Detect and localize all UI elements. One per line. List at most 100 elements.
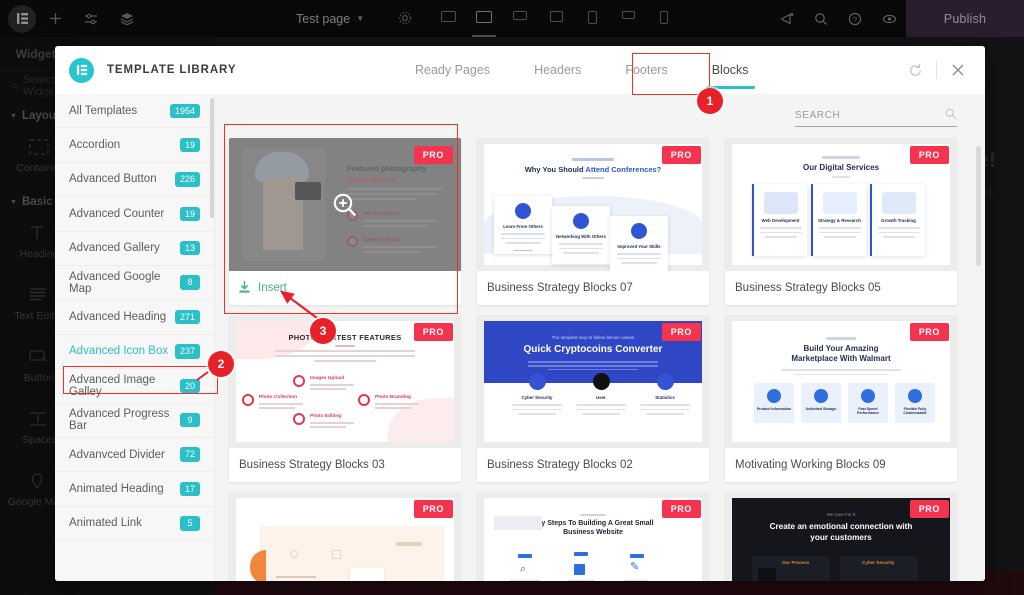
template-card[interactable]: Build Your Amazing Marketplace With Walm… xyxy=(725,315,957,482)
preview-headline-b: Attend Conferences? xyxy=(585,164,662,174)
category-advanvced-divider[interactable]: Advanvced Divider 72 xyxy=(55,438,214,473)
template-grid: Featured photography Competitions HD Res… xyxy=(215,138,985,581)
category-label: Advanced Google Map xyxy=(69,270,161,295)
category-label: Accordion xyxy=(69,139,121,152)
tab-footers-label: Footers xyxy=(625,63,668,77)
category-advanced-progress-bar[interactable]: Advanced Progress Bar 9 xyxy=(55,404,214,438)
preview-item: Growth Tracking xyxy=(881,218,916,223)
preview-headline-a: Why You Should xyxy=(524,164,584,174)
template-card[interactable]: We Care For It Create an emotional conne… xyxy=(725,492,957,581)
modal-body: All Templates 1954 Accordion 19 Advanced… xyxy=(55,94,985,581)
annotation-1-label: 1 xyxy=(706,94,714,108)
preview-item: User xyxy=(596,395,606,400)
search-box[interactable] xyxy=(795,105,957,127)
category-count: 9 xyxy=(180,413,200,428)
category-all-templates[interactable]: All Templates 1954 xyxy=(55,94,214,129)
preview-item: Strategy & Research xyxy=(818,218,861,223)
preview-item: Web Development xyxy=(761,218,800,223)
template-card[interactable]: Key Steps To Building A Great Small Busi… xyxy=(477,492,709,581)
template-thumbnail[interactable]: Build Your Amazing Marketplace With Walm… xyxy=(725,315,957,448)
close-icon[interactable] xyxy=(941,53,975,87)
modal-header: TEMPLATE LIBRARY Ready Pages Headers Foo… xyxy=(55,46,985,94)
category-count: 19 xyxy=(179,206,200,222)
preview-headline: Featured photography xyxy=(347,164,427,173)
category-label: Advanced Gallery xyxy=(69,242,160,255)
search-input[interactable] xyxy=(795,110,925,121)
modal-title: TEMPLATE LIBRARY xyxy=(107,64,237,76)
category-label: Advanvced Divider xyxy=(69,448,165,461)
tab-ready-pages[interactable]: Ready Pages xyxy=(393,46,512,94)
category-advanced-icon-box[interactable]: Advanced Icon Box 237 xyxy=(55,335,214,370)
category-label: All Templates xyxy=(69,104,138,117)
pro-badge: PRO xyxy=(661,146,701,164)
category-animated-heading[interactable]: Animated Heading 17 xyxy=(55,472,214,507)
preview-item: Photo Editing xyxy=(310,414,342,419)
template-card[interactable]: Good & Excellent Service PRO xyxy=(229,492,461,581)
tab-headers[interactable]: Headers xyxy=(512,46,603,94)
category-advanced-image-galley[interactable]: Advanced Image Galley 20 xyxy=(55,369,214,404)
template-card[interactable]: Featured photography Competitions HD Res… xyxy=(229,138,461,305)
template-title: Business Strategy Blocks 07 xyxy=(487,282,633,294)
pro-badge: PRO xyxy=(909,500,949,518)
template-thumbnail[interactable]: Featured photography Competitions HD Res… xyxy=(229,138,461,271)
category-count: 20 xyxy=(180,378,200,393)
template-thumbnail[interactable]: Our Digital Services Web Development Str… xyxy=(725,138,957,271)
category-sidebar[interactable]: All Templates 1954 Accordion 19 Advanced… xyxy=(55,94,215,581)
category-count: 72 xyxy=(179,447,200,462)
sync-icon[interactable] xyxy=(898,53,932,87)
template-card[interactable]: The simplest way to follow bitcoin value… xyxy=(477,315,709,482)
category-advanced-counter[interactable]: Advanced Counter 19 xyxy=(55,197,214,232)
preview-item: Product Information xyxy=(756,407,792,411)
preview-item: Our Process xyxy=(782,560,810,565)
category-label: Animated Heading xyxy=(69,482,164,495)
category-label: Advanced Progress Bar xyxy=(69,408,170,433)
tab-footers[interactable]: Footers xyxy=(603,46,689,94)
preview-item: Flexible Fully Customizable xyxy=(903,407,927,415)
template-thumbnail[interactable]: Good & Excellent Service PRO xyxy=(229,492,461,581)
category-scrollbar[interactable] xyxy=(210,98,214,218)
pro-badge: PRO xyxy=(413,500,453,518)
preview-headline-a: Build Your Amazing xyxy=(803,344,879,353)
preview-item: HD Resolution xyxy=(363,211,401,217)
category-animated-link[interactable]: Animated Link 5 xyxy=(55,507,214,542)
preview-item: Improved Your Skills xyxy=(617,244,661,249)
template-thumbnail[interactable]: The simplest way to follow bitcoin value… xyxy=(477,315,709,448)
insert-label: Insert xyxy=(258,282,287,294)
preview-headline-a: Create an emotional connection with xyxy=(769,522,913,531)
category-advanced-gallery[interactable]: Advanced Gallery 13 xyxy=(55,232,214,266)
preview-item: Learn From Others xyxy=(503,224,543,229)
preview-item: Fast Speed Performance xyxy=(857,407,879,415)
preview-headline: Our Digital Services xyxy=(802,163,880,172)
pro-badge: PRO xyxy=(661,500,701,518)
category-count: 226 xyxy=(174,172,200,187)
annotation-2-label: 2 xyxy=(217,357,225,371)
preview-item: Unlimited Storage xyxy=(805,407,837,411)
download-icon xyxy=(239,280,250,296)
template-card[interactable]: PHOTO CONTEST FEATURES Images Upload Pho… xyxy=(229,315,461,482)
category-accordion[interactable]: Accordion 19 xyxy=(55,128,214,163)
category-advanced-heading[interactable]: Advanced Heading 271 xyxy=(55,300,214,335)
template-thumbnail[interactable]: Key Steps To Building A Great Small Busi… xyxy=(477,492,709,581)
preview-headline: Build Your Amazing Marketplace With Walm… xyxy=(732,344,950,364)
preview-headline2: Competitions xyxy=(347,175,395,184)
preview-headline: Why You Should Attend Conferences? xyxy=(484,165,702,174)
preview-item: Camera Setup xyxy=(363,237,400,243)
elementor-logo-icon xyxy=(69,57,94,83)
category-label: Animated Link xyxy=(69,517,142,530)
category-advanced-button[interactable]: Advanced Button 226 xyxy=(55,163,214,198)
results-scrollbar[interactable] xyxy=(976,146,981,266)
pro-badge: PRO xyxy=(661,323,701,341)
template-card[interactable]: Why You Should Attend Conferences? Learn… xyxy=(477,138,709,305)
template-card[interactable]: Our Digital Services Web Development Str… xyxy=(725,138,957,305)
category-advanced-google-map[interactable]: Advanced Google Map 8 xyxy=(55,266,214,301)
template-thumbnail[interactable]: Why You Should Attend Conferences? Learn… xyxy=(477,138,709,271)
template-thumbnail[interactable]: We Care For It Create an emotional conne… xyxy=(725,492,957,581)
template-title: Business Strategy Blocks 05 xyxy=(735,282,881,294)
preview-item: Photo Branding xyxy=(375,395,411,400)
tab-blocks[interactable]: Blocks xyxy=(690,46,771,94)
pro-badge: PRO xyxy=(909,146,949,164)
template-thumbnail[interactable]: PHOTO CONTEST FEATURES Images Upload Pho… xyxy=(229,315,461,448)
zoom-preview-icon[interactable] xyxy=(332,192,358,218)
insert-link[interactable]: Insert xyxy=(229,271,461,305)
category-label: Advanced Icon Box xyxy=(69,345,169,358)
